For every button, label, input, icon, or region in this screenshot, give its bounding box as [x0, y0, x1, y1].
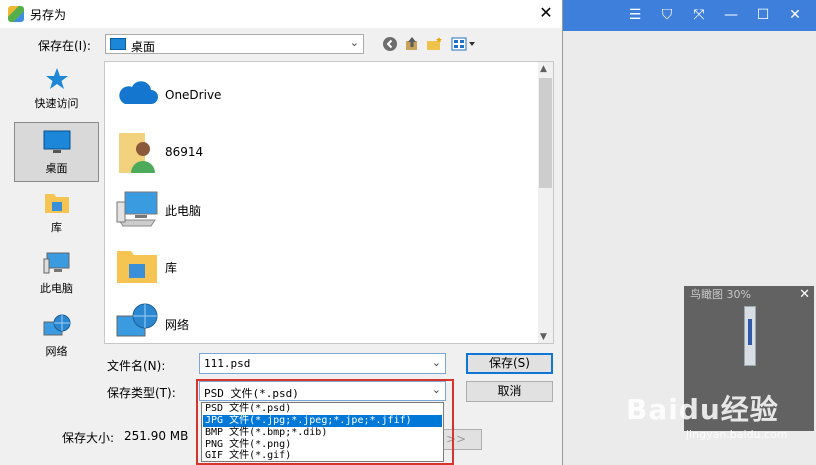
save-in-combo[interactable]: 桌面 ⌄	[105, 34, 364, 54]
filename-input[interactable]: 111.psd ⌄	[199, 353, 446, 374]
user-folder-icon	[119, 133, 155, 173]
place-this-pc[interactable]: 此电脑	[14, 251, 99, 299]
save-button[interactable]: 保存(S)	[466, 353, 553, 374]
place-quick-access[interactable]: 快速访问	[14, 66, 99, 118]
cloud-icon	[119, 81, 158, 104]
place-label-this-pc: 此电脑	[40, 282, 73, 295]
place-label-desktop: 桌面	[45, 162, 68, 175]
save-size-value: 251.90 MB	[124, 429, 189, 443]
list-item-network[interactable]: 网络	[113, 298, 413, 348]
list-item-this-pc[interactable]: 此电脑	[113, 184, 413, 234]
place-network[interactable]: 网络	[14, 314, 99, 362]
computer-icon	[43, 252, 69, 274]
back-icon[interactable]	[381, 36, 399, 54]
place-label-quick-access: 快速访问	[34, 97, 79, 110]
shrink-icon[interactable]: ⤧	[690, 6, 708, 24]
navigator-header: 鸟瞰图 30% ✕	[684, 286, 814, 304]
filename-value: 111.psd	[204, 357, 251, 370]
list-item-onedrive[interactable]: OneDrive	[113, 70, 413, 120]
place-label-network: 网络	[45, 345, 68, 358]
save-size-label: 保存大小:	[62, 431, 115, 445]
cancel-button[interactable]: 取消	[466, 381, 553, 402]
list-item-label: 网络	[165, 318, 190, 332]
place-library[interactable]: 库	[14, 190, 99, 236]
save-in-value: 桌面	[131, 40, 156, 54]
desktop-icon	[43, 130, 70, 153]
up-folder-icon[interactable]	[403, 36, 421, 54]
maximize-icon[interactable]: ☐	[754, 6, 772, 24]
save-in-label: 保存在(I):	[38, 39, 91, 53]
dialog-title: 另存为	[30, 8, 67, 22]
navigator-thumbnail[interactable]	[744, 306, 756, 366]
scroll-up-icon[interactable]: ▲	[540, 64, 547, 74]
chevron-down-icon[interactable]: ⌄	[432, 356, 441, 369]
network-icon	[43, 314, 70, 336]
minimize-icon[interactable]: —	[722, 6, 740, 24]
view-menu-icon[interactable]	[450, 36, 478, 54]
list-item-library[interactable]: 库	[113, 241, 413, 291]
chevron-down-icon: ⌄	[349, 36, 359, 49]
place-label-library: 库	[51, 221, 62, 234]
list-item-label: 86914	[165, 145, 204, 159]
new-folder-icon[interactable]	[426, 36, 444, 54]
watermark-url: jingyan.baidu.com	[686, 428, 788, 441]
menu-icon[interactable]: ☰	[626, 6, 644, 24]
watermark: Baidu经验 jingyan.baidu.com	[626, 388, 806, 448]
watermark-logo-text: Baidu经验	[626, 393, 779, 426]
annotation-highlight-box	[196, 379, 454, 465]
computer-icon	[116, 191, 158, 227]
list-item-label: 库	[165, 261, 178, 275]
filetype-label: 保存类型(T):	[107, 386, 176, 400]
place-desktop[interactable]: 桌面	[14, 122, 99, 182]
dialog-close-icon[interactable]: ✕	[536, 3, 556, 23]
dialog-titlebar: 另存为 ✕	[0, 0, 562, 28]
list-item-user-folder[interactable]: 86914	[113, 127, 413, 177]
navigator-close-icon[interactable]: ✕	[799, 286, 810, 304]
scroll-down-icon[interactable]: ▼	[540, 332, 547, 342]
filename-label: 文件名(N):	[107, 359, 166, 373]
library-folder-icon	[44, 194, 69, 213]
scrollbar-thumb[interactable]	[539, 78, 552, 188]
star-icon	[45, 68, 68, 89]
app-logo-icon	[8, 6, 24, 22]
desktop-icon	[110, 38, 126, 50]
navigator-title: 鸟瞰图 30%	[690, 288, 751, 301]
library-folder-icon	[117, 251, 157, 283]
list-item-label: 此电脑	[165, 204, 202, 218]
network-icon	[116, 303, 158, 337]
close-icon[interactable]: ✕	[786, 6, 804, 24]
shirt-icon[interactable]: ⛉	[658, 6, 676, 24]
list-item-label: OneDrive	[165, 88, 222, 102]
file-list[interactable]: OneDrive 86914 此电脑 库 网络	[104, 61, 554, 344]
